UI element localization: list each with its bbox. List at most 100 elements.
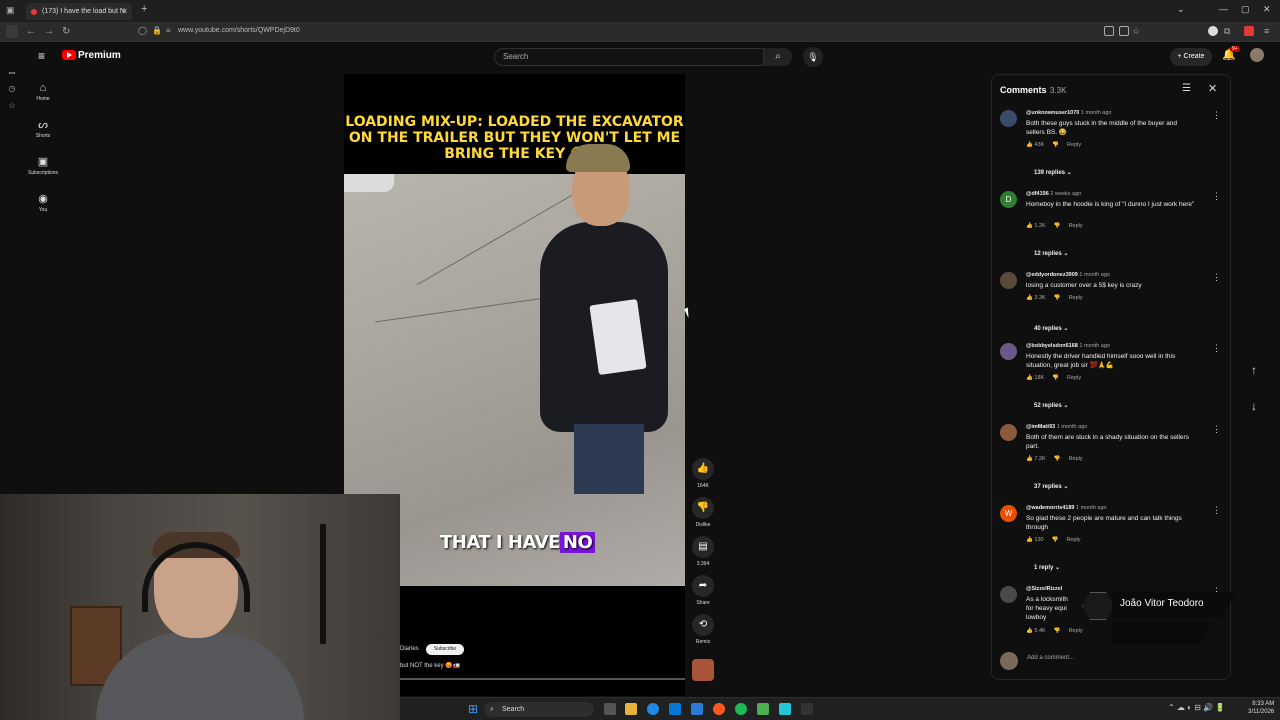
comments-button[interactable]: ▤ 3,394: [689, 536, 717, 567]
system-tray-icons[interactable]: ⌃ ☁ ◐ ⊟ 🔊 🔋: [1168, 703, 1225, 712]
comment-more-icon[interactable]: ⋮: [1212, 505, 1221, 516]
comment-dislike-icon[interactable]: 👎: [1052, 375, 1059, 381]
file-explorer-icon[interactable]: [625, 703, 637, 715]
comment-author[interactable]: @eddyordonez3909: [1026, 272, 1078, 278]
comment-avatar[interactable]: D: [1000, 191, 1017, 208]
comment-handle[interactable]: @unknownuser1070 1 month ago: [1026, 110, 1111, 116]
comment-more-icon[interactable]: ⋮: [1212, 424, 1221, 435]
comment-avatar[interactable]: [1000, 343, 1017, 360]
comment-reply-button[interactable]: Reply: [1067, 142, 1081, 148]
comment-avatar[interactable]: [1000, 110, 1017, 127]
comment-author[interactable]: @imMatt93: [1026, 424, 1055, 430]
comment-handle[interactable]: @eddyordonez3909 1 month ago: [1026, 272, 1110, 278]
site-info-icon[interactable]: ≡: [166, 26, 171, 35]
view-replies-button[interactable]: 12 replies ⌄: [1034, 250, 1068, 257]
clock[interactable]: 8:33 AM 3/11/2026: [1248, 700, 1274, 716]
comment-handle[interactable]: @df4196 2 weeks ago: [1026, 191, 1081, 197]
forward-icon[interactable]: →: [44, 26, 54, 37]
comment-reply-button[interactable]: Reply: [1069, 295, 1083, 301]
spotify-icon[interactable]: [735, 703, 747, 715]
comment-author[interactable]: @unknownuser1070: [1026, 110, 1079, 116]
app-icon-teal[interactable]: [779, 703, 791, 715]
comment-like-button[interactable]: 👍 130: [1026, 537, 1044, 543]
remix-button[interactable]: ⟲ Remix: [689, 614, 717, 645]
next-video-arrow-icon[interactable]: ↓: [1244, 396, 1264, 416]
comment-more-icon[interactable]: ⋮: [1212, 272, 1221, 283]
reload-icon[interactable]: ↻: [62, 26, 70, 37]
browser-menu-icon[interactable]: ≡: [1264, 26, 1269, 36]
sort-icon[interactable]: ☰: [1182, 83, 1191, 94]
sidebar-toggle-icon[interactable]: ▣: [6, 5, 15, 16]
comment-author[interactable]: @df4196: [1026, 191, 1049, 197]
browser-icon[interactable]: [713, 703, 725, 715]
comment-reply-button[interactable]: Reply: [1069, 628, 1083, 634]
sidenav-item-home[interactable]: ⌂ Home: [24, 82, 62, 102]
close-tab-icon[interactable]: ✕: [121, 3, 128, 20]
extension-icon[interactable]: [1208, 26, 1218, 36]
previous-video-arrow-icon[interactable]: ↑: [1244, 360, 1264, 380]
taskbar-search[interactable]: ⌕ Search: [484, 702, 594, 717]
browser-tab[interactable]: (173) I have the load but N ✕: [26, 3, 132, 20]
comment-author[interactable]: @wademorris4189: [1026, 505, 1074, 511]
url-input[interactable]: www.youtube.com/shorts/QWPDejD9t0: [178, 27, 300, 34]
comment-like-button[interactable]: 👍 1.2K: [1026, 223, 1046, 229]
comment-reply-button[interactable]: Reply: [1066, 537, 1080, 543]
channel-name[interactable]: Diaries: [400, 646, 419, 652]
comment-reply-button[interactable]: Reply: [1067, 375, 1081, 381]
lock-icon[interactable]: 🔒: [152, 26, 162, 35]
view-replies-button[interactable]: 139 replies ⌄: [1034, 169, 1072, 176]
sidenav-item-shorts[interactable]: ᔕ Shorts: [24, 118, 62, 139]
create-button[interactable]: + Create: [1170, 48, 1212, 66]
shield-icon[interactable]: ◯: [138, 26, 147, 35]
comment-like-button[interactable]: 👍 5.4K: [1026, 628, 1046, 634]
reader-icon[interactable]: [1119, 26, 1129, 36]
windows-start-icon[interactable]: ⊞: [468, 702, 478, 716]
audio-thumbnail[interactable]: [692, 659, 714, 681]
view-replies-button[interactable]: 1 reply ⌄: [1034, 564, 1060, 571]
like-button[interactable]: 👍 164K: [689, 458, 717, 489]
close-window-icon[interactable]: ✕: [1263, 4, 1271, 15]
subscribe-button[interactable]: Subscribe: [426, 644, 464, 655]
comment-avatar[interactable]: [1000, 586, 1017, 603]
close-icon[interactable]: ✕: [1208, 82, 1217, 95]
screenshot-icon[interactable]: [1104, 26, 1114, 36]
comment-dislike-icon[interactable]: 👎: [1054, 628, 1061, 634]
comment-like-button[interactable]: 👍 43K: [1026, 142, 1044, 148]
view-replies-button[interactable]: 37 replies ⌄: [1034, 483, 1068, 490]
search-button[interactable]: ⌕: [764, 48, 792, 66]
comment-dislike-icon[interactable]: 👎: [1054, 456, 1061, 462]
history-icon[interactable]: ◷: [6, 84, 18, 96]
view-replies-button[interactable]: 52 replies ⌄: [1034, 402, 1068, 409]
add-comment-input[interactable]: Add a comment...: [1000, 650, 1226, 666]
dislike-button[interactable]: 👎 Dislike: [689, 497, 717, 528]
comment-reply-button[interactable]: Reply: [1069, 456, 1083, 462]
comment-handle[interactable]: @wademorris4189 1 month ago: [1026, 505, 1107, 511]
app-icon[interactable]: [691, 703, 703, 715]
youtube-logo-icon[interactable]: [62, 50, 76, 60]
comment-handle[interactable]: @SizzelRizzel: [1026, 586, 1062, 592]
share-button[interactable]: ➦ Share: [689, 575, 717, 606]
youtube-logo-text[interactable]: Premium: [78, 50, 121, 61]
comment-handle[interactable]: @imMatt93 1 month ago: [1026, 424, 1087, 430]
account-avatar[interactable]: [1250, 48, 1264, 62]
app-icon-green[interactable]: [757, 703, 769, 715]
comment-avatar[interactable]: [1000, 424, 1017, 441]
comment-more-icon[interactable]: ⋮: [1212, 110, 1221, 121]
comment-dislike-icon[interactable]: 👎: [1052, 537, 1059, 543]
comment-avatar[interactable]: [1000, 272, 1017, 289]
comment-more-icon[interactable]: ⋮: [1212, 343, 1221, 354]
comment-like-button[interactable]: 👍 3.3K: [1026, 295, 1046, 301]
maximize-icon[interactable]: ▢: [1241, 4, 1250, 15]
comment-handle[interactable]: @bobbyelsdon6168 1 month ago: [1026, 343, 1110, 349]
comment-like-button[interactable]: 👍 7.2K: [1026, 456, 1046, 462]
voice-search-button[interactable]: 🎙: [803, 47, 823, 67]
comment-dislike-icon[interactable]: 👎: [1052, 142, 1059, 148]
minimize-icon[interactable]: —: [1219, 4, 1228, 14]
comment-like-button[interactable]: 👍 18K: [1026, 375, 1044, 381]
sidenav-item-subscriptions[interactable]: ▣ Subscriptions: [24, 155, 62, 176]
comment-more-icon[interactable]: ⋮: [1212, 191, 1221, 202]
tab-list-icon[interactable]: ⌄: [1177, 4, 1185, 15]
search-input[interactable]: Search: [494, 48, 764, 66]
pdf-extension-icon[interactable]: [1244, 26, 1254, 36]
comment-avatar[interactable]: W: [1000, 505, 1017, 522]
